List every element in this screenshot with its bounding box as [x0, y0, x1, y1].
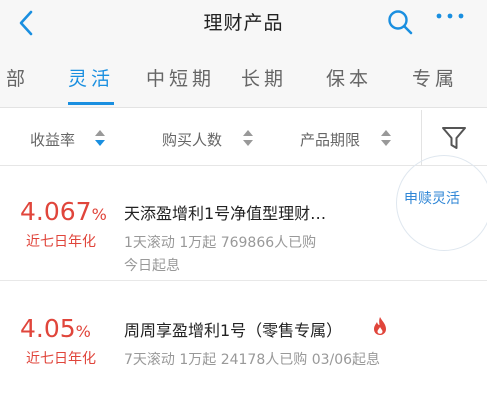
yield-rate: 4.05% — [20, 314, 91, 343]
tab-flexible[interactable]: 灵活 — [68, 64, 114, 91]
tab-all[interactable]: 部 — [6, 64, 29, 91]
sort-by-term[interactable]: 产品期限 — [300, 129, 360, 150]
product-name: 周周享盈增利1号（零售专属） — [124, 321, 343, 340]
sort-by-yield[interactable]: 收益率 — [30, 129, 75, 150]
more-options-icon[interactable] — [434, 6, 466, 26]
yield-rate: 4.067% — [20, 197, 107, 226]
search-icon[interactable] — [386, 8, 414, 36]
filter-funnel-icon[interactable] — [440, 125, 468, 151]
tab-long-term[interactable]: 长期 — [241, 64, 287, 91]
tab-exclusive[interactable]: 专属 — [412, 64, 458, 91]
product-meta: 1天滚动 1万起 769866人已购 — [124, 235, 317, 251]
sort-icon — [243, 130, 253, 146]
category-tabs: 部 灵活 中短期 长期 保本 专属 — [0, 46, 487, 108]
divider — [421, 110, 422, 166]
flexible-redemption-badge: 申赎灵活 — [404, 191, 460, 207]
product-item[interactable]: 4.05% 近七日年化 周周享盈增利1号（零售专属） 7天滚动 1万起 2417… — [0, 282, 487, 400]
tab-principal-protected[interactable]: 保本 — [326, 64, 372, 91]
sort-filter-bar: 收益率 购买人数 产品期限 — [0, 110, 487, 166]
active-tab-indicator — [68, 102, 114, 105]
fire-icon — [374, 317, 386, 335]
yield-rate-label: 近七日年化 — [26, 351, 96, 367]
navigation-bar: 理财产品 — [0, 0, 487, 46]
product-name: 天添盈增利1号净值型理财… — [124, 204, 327, 223]
sort-descending-icon — [95, 130, 105, 146]
product-value-date: 今日起息 — [124, 258, 180, 274]
sort-icon — [381, 130, 391, 146]
tab-short-medium-term[interactable]: 中短期 — [146, 64, 215, 91]
product-meta: 7天滚动 1万起 24178人已购 03/06起息 — [124, 352, 381, 368]
yield-rate-label: 近七日年化 — [26, 234, 96, 250]
sort-by-buyers[interactable]: 购买人数 — [162, 129, 222, 150]
